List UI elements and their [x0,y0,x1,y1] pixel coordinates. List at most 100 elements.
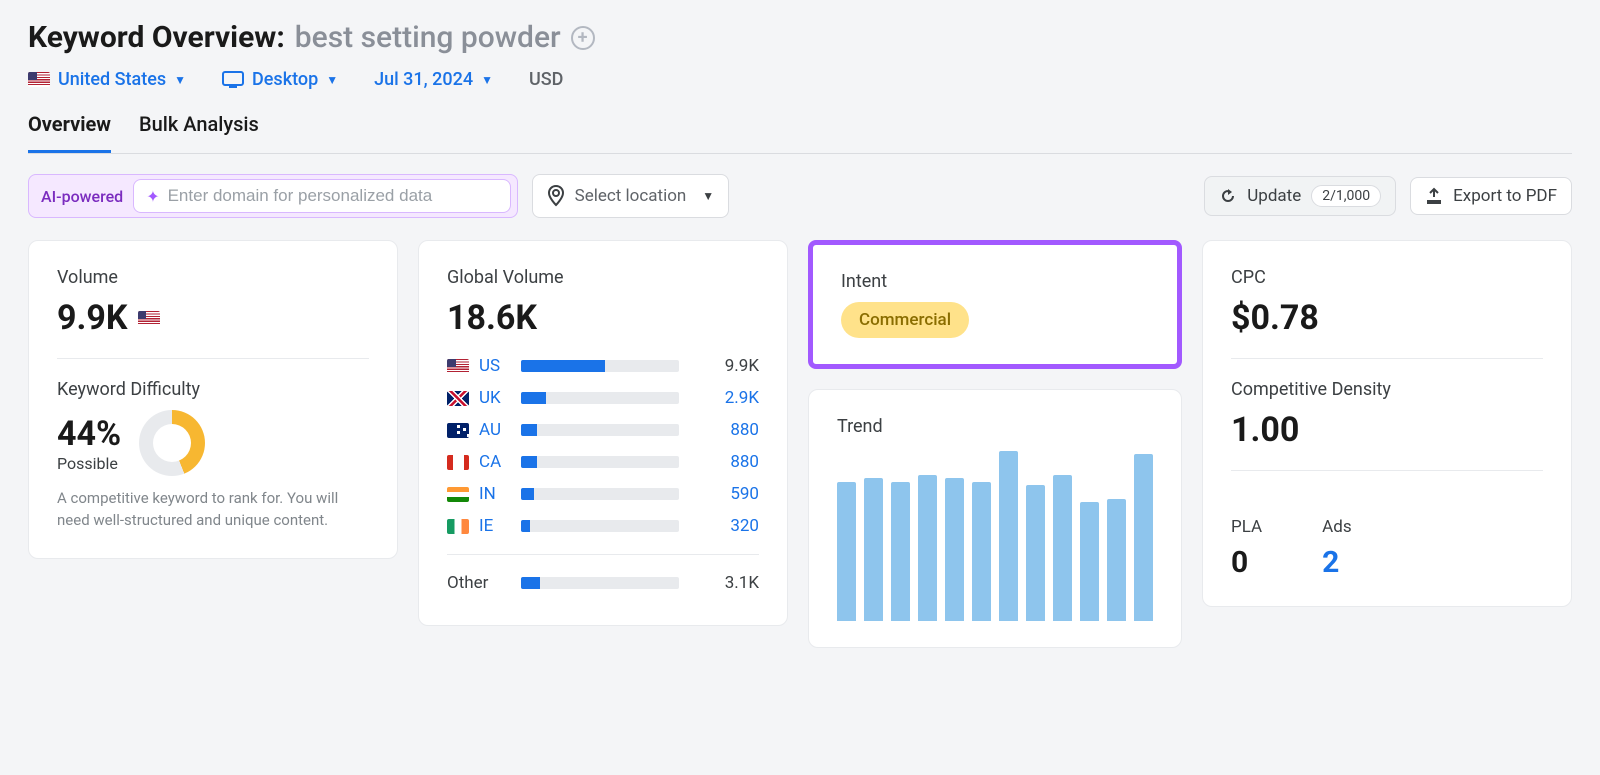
update-button[interactable]: Update 2/1,000 [1204,176,1396,216]
sparkle-icon: ✦ [146,187,159,206]
trend-bar [1053,475,1072,621]
keyword-difficulty-donut [139,410,205,476]
page-title-keyword: best setting powder [295,20,561,55]
trend-bar [972,482,991,621]
tabs: Overview Bulk Analysis [28,112,1572,154]
competitive-density-value: 1.00 [1231,410,1299,450]
global-volume-bar [521,520,679,532]
cpc-title: CPC [1231,267,1543,288]
pla-value: 0 [1231,545,1262,580]
export-pdf-button[interactable]: Export to PDF [1410,177,1572,215]
global-volume-other-value: 3.1K [689,573,759,593]
us-flag-icon [28,72,50,87]
global-volume-row-value: 590 [689,484,759,504]
global-volume-row-value: 320 [689,516,759,536]
filters-bar: United States ▼ Desktop ▼ Jul 31, 2024 ▼… [28,69,1572,90]
export-pdf-label: Export to PDF [1453,186,1557,206]
global-volume-title: Global Volume [447,267,759,288]
trend-bar [918,475,937,621]
update-count-pill: 2/1,000 [1311,185,1381,207]
trend-bar [945,478,964,621]
trend-card: Trend [808,389,1182,648]
flag-icon [447,359,469,374]
device-filter[interactable]: Desktop ▼ [222,69,338,90]
global-volume-country-code: IE [479,516,511,536]
flag-icon [447,455,469,470]
tab-bulk-analysis[interactable]: Bulk Analysis [139,112,259,153]
global-volume-row-value: 9.9K [689,356,759,376]
trend-bar [1080,502,1099,621]
keyword-difficulty-title: Keyword Difficulty [57,379,369,400]
global-volume-card: Global Volume 18.6K US9.9KUK2.9KAU880CA8… [418,240,788,626]
global-volume-row[interactable]: IN 590 [447,478,759,510]
intent-card: Intent Commercial [808,240,1182,369]
global-volume-row-value: 880 [689,420,759,440]
chevron-down-icon: ▼ [326,73,338,87]
flag-icon [447,423,469,438]
global-volume-row[interactable]: CA 880 [447,446,759,478]
keyword-difficulty-value: 44% [57,414,121,454]
chevron-down-icon: ▼ [481,73,493,87]
global-volume-bar [521,360,679,372]
chevron-down-icon: ▼ [702,189,714,203]
trend-bar [999,451,1018,621]
cpc-card: CPC $0.78 Competitive Density 1.00 PLA 0… [1202,240,1572,607]
tab-overview[interactable]: Overview [28,112,111,153]
domain-input-wrap[interactable]: ✦ [133,179,510,213]
global-volume-bar [521,456,679,468]
ai-powered-label: AI-powered [41,187,123,206]
ai-powered-panel: AI-powered ✦ [28,174,518,218]
global-volume-row-value: 880 [689,452,759,472]
page-title-prefix: Keyword Overview: [28,20,285,55]
global-volume-country-code: US [479,356,511,376]
date-filter-label: Jul 31, 2024 [374,69,473,90]
controls-bar: AI-powered ✦ Select location ▼ Update 2/… [28,174,1572,218]
global-volume-other-label: Other [447,573,511,593]
intent-badge: Commercial [841,302,969,338]
currency-label: USD [529,69,563,90]
refresh-icon [1219,187,1237,205]
desktop-icon [222,71,244,89]
location-select[interactable]: Select location ▼ [532,174,730,218]
ads-value[interactable]: 2 [1322,545,1351,580]
global-volume-row[interactable]: AU 880 [447,414,759,446]
global-volume-row[interactable]: IE 320 [447,510,759,542]
country-filter-label: United States [58,69,166,90]
cpc-value: $0.78 [1231,298,1319,338]
global-volume-country-code: UK [479,388,511,408]
flag-icon [447,391,469,406]
export-icon [1425,187,1443,205]
trend-bar [1107,499,1126,621]
date-filter[interactable]: Jul 31, 2024 ▼ [374,69,493,90]
global-volume-row-value: 2.9K [689,388,759,408]
device-filter-label: Desktop [252,69,318,90]
trend-bar [864,478,883,621]
flag-icon [447,487,469,502]
global-volume-row[interactable]: UK 2.9K [447,382,759,414]
trend-bar [891,482,910,621]
global-volume-country-code: AU [479,420,511,440]
pla-label: PLA [1231,517,1262,537]
domain-input[interactable] [168,186,498,206]
trend-chart [837,451,1153,621]
flag-icon [447,519,469,534]
global-volume-bar [521,392,679,404]
update-button-label: Update [1247,186,1301,206]
location-select-label: Select location [575,186,687,206]
global-volume-country-code: CA [479,452,511,472]
trend-bar [837,482,856,621]
us-flag-icon [138,311,160,326]
chevron-down-icon: ▼ [174,73,186,87]
global-volume-other-bar [521,577,679,589]
global-volume-bar [521,488,679,500]
keyword-difficulty-description: A competitive keyword to rank for. You w… [57,488,357,532]
trend-title: Trend [837,416,1153,437]
country-filter[interactable]: United States ▼ [28,69,186,90]
global-volume-row: US 9.9K [447,350,759,382]
ads-label: Ads [1322,517,1351,537]
volume-value: 9.9K [57,298,128,338]
trend-bar [1026,485,1045,621]
global-volume-country-code: IN [479,484,511,504]
keyword-difficulty-label: Possible [57,454,121,473]
add-keyword-button[interactable]: + [571,26,595,50]
